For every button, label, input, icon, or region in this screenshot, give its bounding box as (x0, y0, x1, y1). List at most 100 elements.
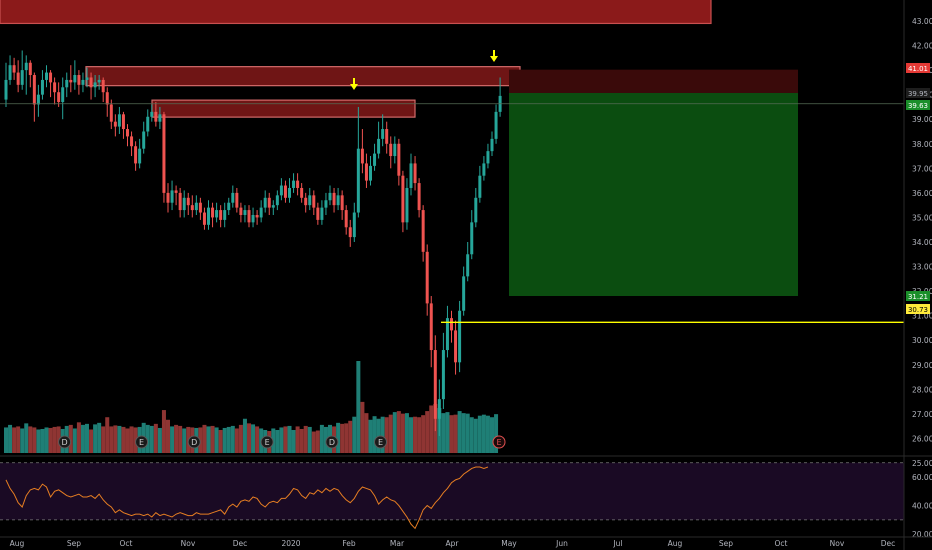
volume-bar (4, 427, 8, 453)
marker-label: E (139, 438, 144, 447)
earnings-dividend-marker[interactable]: E (374, 435, 387, 449)
candle-body (73, 75, 77, 83)
candle-body (202, 212, 206, 225)
price-tick-label: 43.00 (912, 17, 932, 26)
top-resistance-zone[interactable] (0, 0, 712, 25)
price-tick-label: 39.00 (912, 115, 932, 124)
candle (458, 300, 462, 373)
volume-bar (206, 426, 211, 453)
candle-body (490, 138, 494, 152)
candle-body (255, 214, 259, 218)
candle-body (61, 87, 65, 103)
candle-body (377, 138, 381, 154)
price-badge: 39.95 (906, 88, 930, 98)
candle (162, 111, 166, 203)
time-tick-label: Dec (233, 539, 248, 548)
volume-bar (396, 411, 401, 453)
volume-bar (48, 427, 53, 453)
earnings-marker-latest[interactable]: E (492, 435, 506, 449)
trade-stop-zone[interactable] (509, 69, 798, 94)
volume-bar (166, 419, 170, 453)
candle-body (389, 143, 393, 157)
volume-bar (226, 426, 231, 453)
time-tick-label: Aug (10, 539, 25, 548)
candle-body (194, 202, 198, 211)
volume-bar (182, 428, 187, 453)
candle-body (198, 202, 202, 213)
candle-body (113, 121, 117, 127)
price-tick-label: 26.00 (912, 434, 932, 443)
volume-bar (311, 431, 316, 453)
resistance-zone-upper[interactable] (85, 66, 521, 87)
candle-body (239, 207, 243, 215)
candle-body (275, 195, 279, 206)
candle-body (166, 192, 170, 203)
price-tick-label: 33.00 (912, 263, 932, 272)
candle-body (215, 210, 219, 218)
candle-body (121, 114, 125, 130)
volume-bar (149, 425, 154, 453)
candle-body (369, 165, 372, 181)
price-badge: 31.21 (906, 291, 930, 301)
time-tick-label: Mar (390, 539, 405, 548)
candle-body (117, 114, 121, 127)
candle-body (93, 82, 97, 88)
candle-body (409, 163, 413, 188)
resistance-zone-lower[interactable] (151, 99, 416, 118)
volume-bar (80, 424, 85, 453)
volume-bar (340, 423, 345, 453)
candle-body (437, 399, 441, 419)
candle-body (126, 129, 129, 137)
price-tick-label: 28.00 (912, 385, 932, 394)
volume-bar (89, 429, 94, 453)
volume-bar (222, 427, 227, 453)
candle-body (57, 92, 61, 103)
candle-body (97, 79, 101, 83)
volume-bar (251, 424, 256, 453)
candle-body (466, 254, 470, 277)
candle-body (494, 111, 498, 139)
volume-bar (457, 411, 462, 453)
candle-body (32, 75, 36, 105)
candle-body (421, 210, 425, 252)
earnings-dividend-marker[interactable]: D (325, 435, 339, 449)
marker-label: E (496, 438, 501, 447)
candle-body (81, 79, 85, 85)
volume-bar (202, 424, 207, 453)
volume-bar (101, 426, 106, 453)
candle-body (174, 190, 178, 193)
volume-bar (303, 425, 308, 453)
time-tick-label: Jul (612, 539, 622, 548)
volume-bar (242, 418, 247, 453)
rsi-pane (0, 455, 932, 530)
candle-body (336, 195, 340, 206)
time-tick-label: Sep (719, 539, 733, 548)
volume-bar (409, 417, 413, 453)
volume-bar (20, 428, 25, 453)
trade-target-zone[interactable] (509, 93, 798, 296)
marker-label: D (191, 438, 197, 447)
volume-bar (287, 425, 292, 453)
volume-bar (315, 430, 320, 453)
candle-body (138, 148, 142, 164)
volume-bar (364, 413, 369, 453)
candle-body (482, 163, 486, 176)
price-tick-label: 42.00 (912, 42, 932, 51)
earnings-dividend-marker[interactable]: D (58, 435, 72, 449)
candle-body (283, 185, 287, 198)
candle-body (105, 92, 109, 105)
price-tick-label: 36.00 (912, 189, 932, 198)
volume-bar (113, 425, 118, 453)
volume-bar (157, 427, 162, 453)
chart-stage: DEDEDEE 43.0042.0041.0040.0039.0038.0037… (0, 0, 932, 550)
earnings-dividend-marker[interactable]: E (135, 435, 149, 449)
volume-bar (8, 424, 13, 453)
price-tick-label: 25.00 (912, 459, 932, 468)
earnings-dividend-marker[interactable]: E (260, 435, 274, 449)
candle-body (300, 187, 304, 198)
volume-bar (421, 415, 426, 453)
candle-body (405, 187, 409, 223)
price-badge-label: 39.95 (908, 90, 928, 98)
earnings-dividend-marker[interactable]: D (187, 435, 201, 449)
volume-bar (117, 425, 122, 453)
